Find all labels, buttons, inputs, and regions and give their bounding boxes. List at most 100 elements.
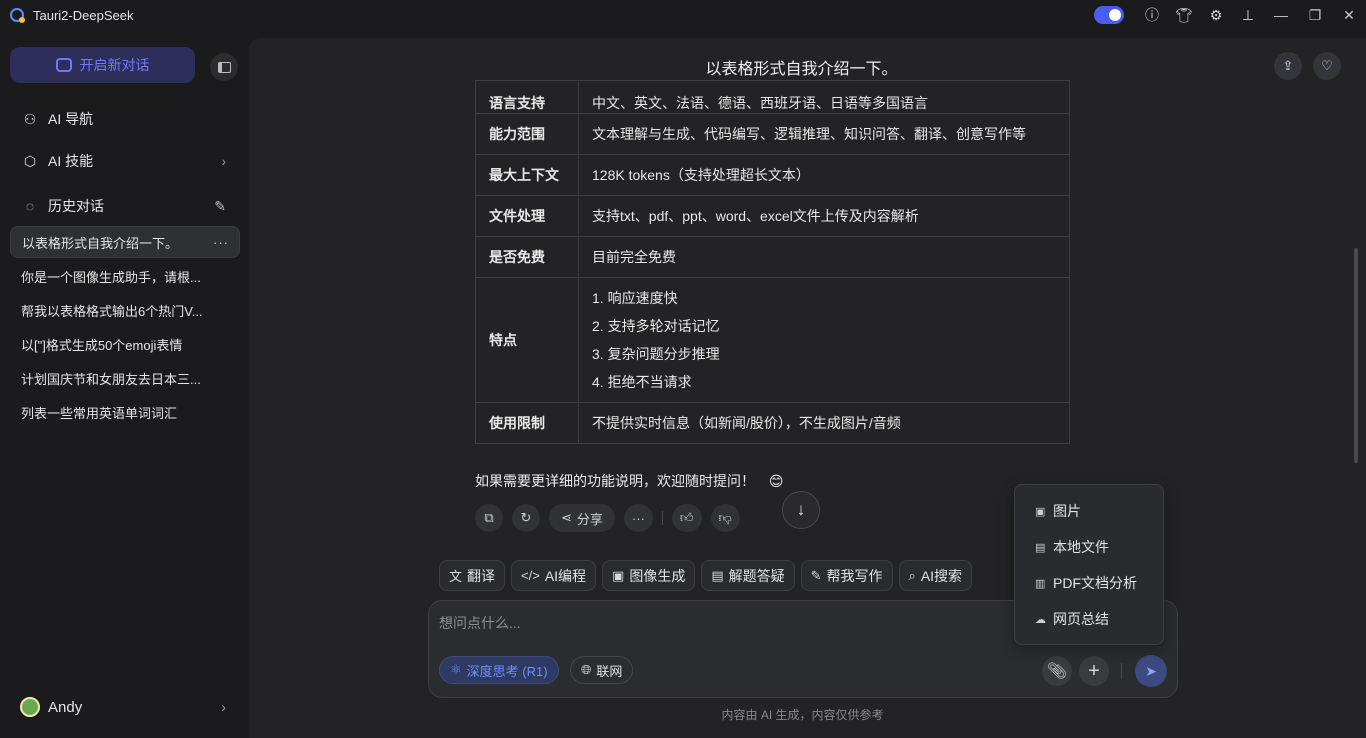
user-name: Andy	[48, 698, 83, 716]
table-value: 1. 响应速度快 2. 支持多轮对话记忆 3. 复杂问题分步推理 4. 拒绝不当…	[578, 277, 1070, 403]
share-button[interactable]: ⋖ 分享	[549, 504, 615, 532]
new-chat-button[interactable]: 开启新对话	[10, 47, 195, 83]
table-row: 最大上下文 128K tokens（支持处理超长文本）	[475, 154, 1070, 196]
skill-label: AI编程	[544, 567, 587, 584]
deep-think-toggle[interactable]: ⚛ 深度思考 (R1)	[439, 656, 559, 684]
file-icon: ▤	[1035, 541, 1046, 554]
sidebar-panel-icon	[217, 61, 231, 73]
nav-label: AI 技能	[48, 153, 94, 169]
nav-history[interactable]: ◌ 历史对话 ✎	[10, 189, 238, 223]
table-key: 使用限制	[475, 402, 579, 444]
shirt-icon[interactable]: 👕︎	[1168, 0, 1200, 30]
table-key: 特点	[475, 277, 579, 403]
nav-ai-navigation[interactable]: ⚇ AI 导航	[10, 102, 238, 136]
skill-translate[interactable]: 文翻译	[439, 560, 506, 591]
minimize-button[interactable]: —	[1264, 0, 1298, 30]
paperclip-icon: 📎︎	[1046, 663, 1068, 680]
nav-ai-skills[interactable]: ⬡ AI 技能 ›	[10, 144, 238, 178]
history-item[interactable]: 你是一个图像生成助手，请根...	[10, 260, 240, 292]
regenerate-button[interactable]: ↻	[512, 504, 540, 532]
settings-icon[interactable]: ⚙	[1200, 0, 1232, 30]
message-input[interactable]	[439, 613, 999, 639]
clear-history-icon[interactable]: ✎	[214, 198, 226, 215]
chat-icon: ◌	[25, 198, 35, 214]
skill-label: 图像生成	[629, 567, 686, 584]
table-key: 文件处理	[475, 195, 579, 237]
image-file-icon: ▣	[1035, 505, 1046, 518]
avatar	[20, 697, 40, 717]
skill-label: 翻译	[467, 567, 496, 584]
dislike-button[interactable]: 👎︎	[710, 504, 740, 532]
info-icon[interactable]: ⓘ	[1136, 0, 1168, 30]
send-button[interactable]: ➤	[1135, 655, 1167, 687]
history-item[interactable]: 以["]格式生成50个emoji表情	[10, 328, 240, 360]
copy-icon: ⧉	[484, 510, 494, 525]
pin-icon[interactable]: ⊥	[1232, 0, 1264, 30]
history-item[interactable]: 列表一些常用英语单词词汇	[10, 396, 240, 428]
smile-emoji: 😊	[768, 473, 784, 489]
history-item[interactable]: 帮我以表格格式输出6个热门V...	[10, 294, 240, 326]
favorite-button[interactable]: ♡	[1313, 52, 1341, 80]
divider	[1121, 663, 1122, 679]
share-chat-button[interactable]: ⇪	[1274, 52, 1302, 80]
cube-icon: ⬡	[23, 152, 37, 169]
chat-panel: 以表格形式自我介绍一下。 ⇪ ♡ 语言支持 中文、英文、法语、德语、西班牙语、日…	[249, 38, 1366, 738]
thumbs-down-icon: 👎︎	[718, 510, 732, 525]
compass-icon: ⚇	[23, 110, 37, 127]
heart-icon: ♡	[1321, 58, 1333, 73]
more-icon: ···	[631, 510, 645, 526]
table-key: 语言支持	[475, 80, 579, 114]
restore-button[interactable]: ❐	[1298, 0, 1332, 30]
table-row: 使用限制 不提供实时信息（如新闻/股价），不生成图片/音频	[475, 402, 1070, 444]
nav-label: AI 导航	[48, 111, 94, 127]
arrow-down-icon: ↓	[796, 500, 806, 519]
table-key: 是否免费	[475, 236, 579, 278]
more-actions-button[interactable]: ···	[623, 504, 653, 532]
feature-line: 1. 响应速度快	[592, 290, 678, 306]
scrollbar[interactable]	[1354, 248, 1358, 463]
globe-icon: 🌐︎	[581, 662, 592, 677]
more-icon[interactable]: ···	[213, 235, 229, 250]
scroll-to-bottom-button[interactable]: ↓	[782, 491, 820, 529]
share-label: 分享	[576, 511, 603, 527]
titlebar-controls: ⓘ 👕︎ ⚙ ⊥ — ❐ ✕	[1094, 0, 1366, 30]
message-tail: 如果需要更详细的功能说明，欢迎随时提问！ 😊	[475, 471, 784, 491]
translate-icon: 文	[449, 569, 463, 584]
skill-label: 帮我写作	[826, 567, 883, 584]
copy-button[interactable]: ⧉	[475, 504, 503, 532]
history-item-label: 你是一个图像生成助手，请根...	[21, 269, 201, 285]
skill-image[interactable]: ▣ 图像生成	[602, 560, 696, 591]
skill-solve[interactable]: ▤ 解题答疑	[701, 560, 795, 591]
history-item-label: 以["]格式生成50个emoji表情	[21, 337, 183, 353]
collapse-sidebar-button[interactable]	[210, 53, 238, 81]
nav-label: 历史对话	[48, 198, 104, 214]
table-row: 能力范围 文本理解与生成、代码编写、逻辑推理、知识问答、翻译、创意写作等	[475, 113, 1070, 155]
menu-item-web-summary[interactable]: ☁ 网页总结	[1015, 601, 1163, 637]
feature-line: 4. 拒绝不当请求	[592, 374, 692, 390]
theme-toggle[interactable]	[1094, 6, 1124, 24]
table-row: 文件处理 支持txt、pdf、ppt、word、excel文件上传及内容解析	[475, 195, 1070, 237]
skill-writing[interactable]: ✎ 帮我写作	[800, 560, 893, 591]
attach-button[interactable]: 📎︎	[1042, 656, 1072, 686]
code-icon: </>	[521, 568, 540, 583]
menu-item-image[interactable]: ▣ 图片	[1015, 493, 1163, 529]
skill-coding[interactable]: </> AI编程	[511, 560, 597, 591]
add-button[interactable]: +	[1079, 656, 1109, 686]
user-profile[interactable]: Andy ›	[10, 690, 238, 724]
close-button[interactable]: ✕	[1332, 0, 1366, 30]
feature-line: 2. 支持多轮对话记忆	[592, 318, 720, 334]
history-item-label: 以表格形式自我介绍一下。	[22, 235, 179, 251]
menu-item-local-file[interactable]: ▤ 本地文件	[1015, 529, 1163, 565]
history-item[interactable]: 计划国庆节和女朋友去日本三...	[10, 362, 240, 394]
like-button[interactable]: 👍︎	[671, 504, 702, 532]
table-value: 128K tokens（支持处理超长文本）	[578, 154, 1070, 196]
menu-label: PDF文档分析	[1053, 575, 1137, 591]
web-search-toggle[interactable]: 🌐︎ 联网	[570, 656, 634, 684]
search-icon: ⌕	[908, 567, 916, 583]
skill-search[interactable]: ⌕ AI搜索	[898, 560, 973, 591]
refresh-icon: ↻	[520, 510, 532, 525]
table-key: 能力范围	[475, 113, 579, 155]
plus-icon: +	[1088, 659, 1100, 682]
menu-item-pdf[interactable]: ▥ PDF文档分析	[1015, 565, 1163, 601]
history-item[interactable]: 以表格形式自我介绍一下。 ···	[10, 226, 240, 258]
